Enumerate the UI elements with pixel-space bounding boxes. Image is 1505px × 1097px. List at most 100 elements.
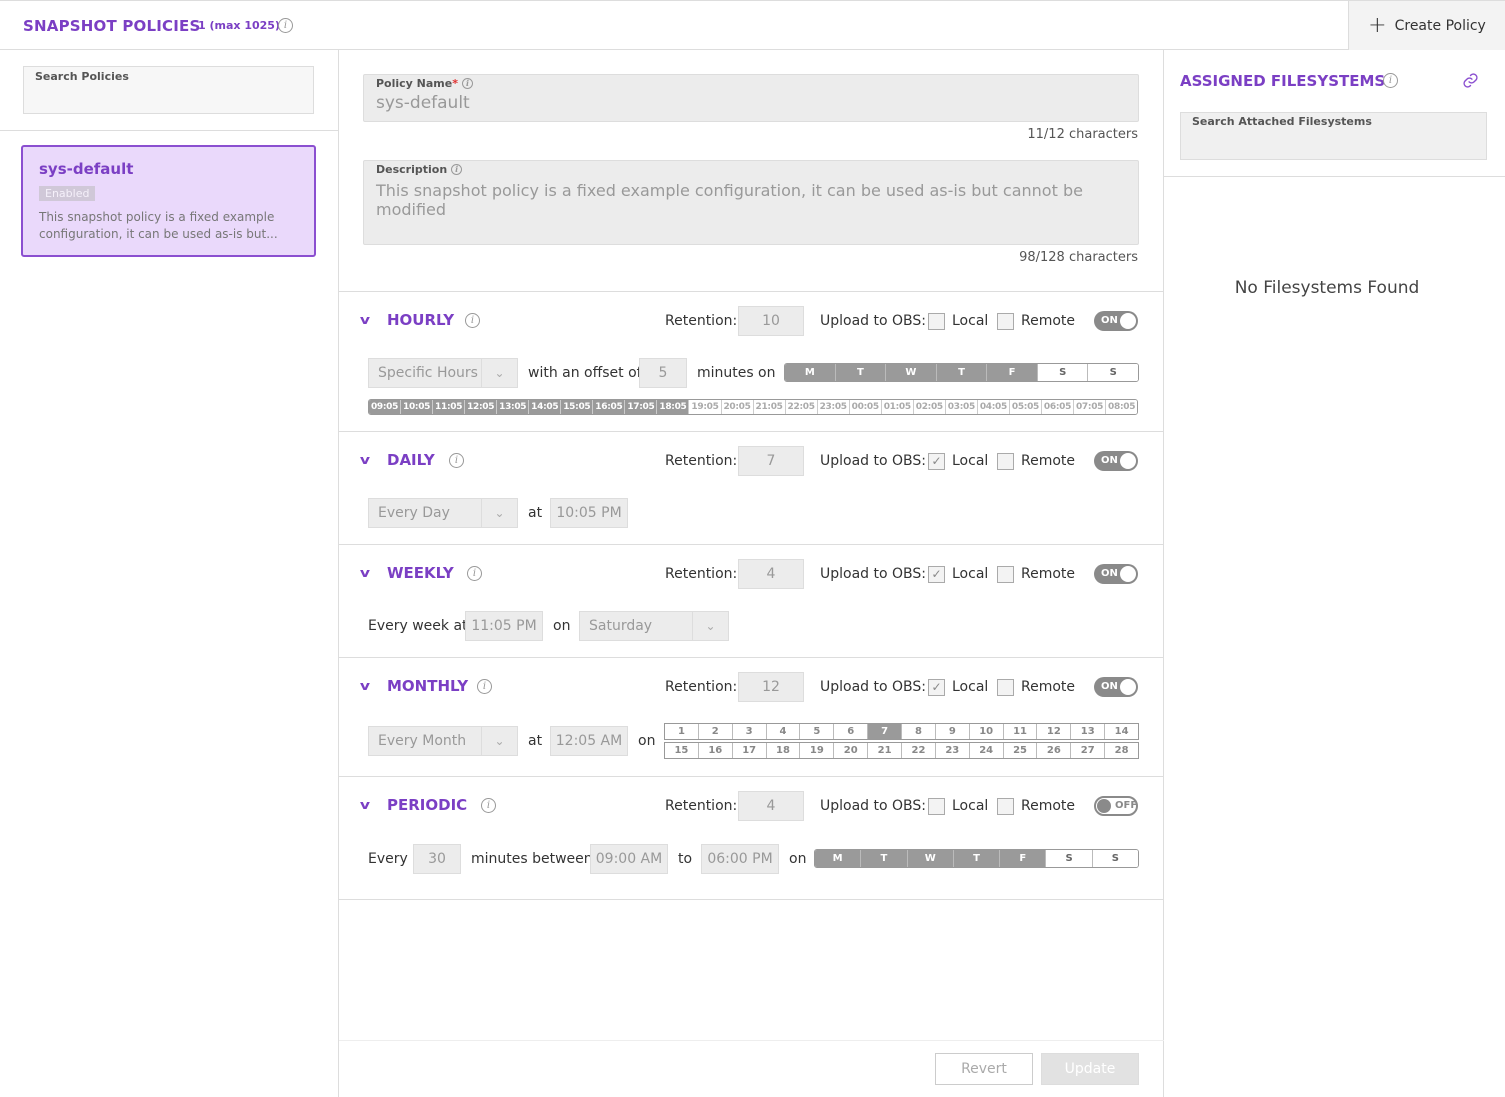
chevron-down-icon[interactable]: v	[360, 566, 370, 580]
local-checkbox[interactable]: ✓	[928, 453, 945, 470]
local-checkbox[interactable]	[928, 313, 945, 330]
hour-toggle[interactable]: 21:05	[753, 400, 786, 414]
info-icon[interactable]: i	[1383, 73, 1398, 88]
hour-toggle[interactable]: 15:05	[561, 400, 594, 414]
month-day-toggle[interactable]: 14	[1105, 724, 1138, 739]
hour-toggle[interactable]: 17:05	[625, 400, 658, 414]
hour-picker[interactable]: 09:05 10:05 11:05 12:05 13:05 14:05 15:05 16:05…	[368, 399, 1138, 415]
retention-input[interactable]: 10	[738, 306, 804, 336]
month-day-toggle[interactable]: 21	[868, 743, 903, 758]
month-day-toggle[interactable]: 20	[834, 743, 869, 758]
hour-toggle[interactable]: 10:05	[401, 400, 434, 414]
month-day-toggle[interactable]: 4	[766, 724, 801, 739]
month-day-toggle[interactable]: 13	[1071, 724, 1106, 739]
hour-toggle[interactable]: 00:05	[849, 400, 882, 414]
month-day-toggle[interactable]: 25	[1003, 743, 1038, 758]
offset-input[interactable]: 5	[639, 358, 687, 388]
info-icon[interactable]: i	[465, 313, 480, 328]
retention-input[interactable]: 4	[738, 791, 804, 821]
hourly-toggle[interactable]: ON	[1094, 311, 1138, 331]
month-day-toggle[interactable]: 3	[732, 724, 767, 739]
local-checkbox[interactable]	[928, 798, 945, 815]
day-toggle[interactable]: S	[1037, 364, 1089, 381]
day-toggle[interactable]: F	[987, 364, 1038, 381]
hour-toggle[interactable]: 16:05	[593, 400, 626, 414]
month-day-toggle[interactable]: 5	[800, 724, 835, 739]
hourly-mode-select[interactable]: Specific Hours ⌄	[368, 358, 518, 388]
hour-toggle[interactable]: 22:05	[785, 400, 818, 414]
day-toggle[interactable]: S	[1046, 850, 1093, 867]
weekly-toggle[interactable]: ON	[1094, 564, 1138, 584]
remote-checkbox[interactable]	[997, 453, 1014, 470]
month-day-toggle[interactable]: 11	[1003, 724, 1038, 739]
hour-toggle[interactable]: 09:05	[369, 400, 402, 414]
month-day-toggle[interactable]: 6	[834, 724, 869, 739]
month-day-toggle[interactable]: 10	[969, 724, 1004, 739]
month-day-picker[interactable]: 1 2 3 4 5 6 7 8 9 10 11 12 13 14	[664, 723, 1139, 740]
day-toggle[interactable]: T	[953, 850, 1001, 867]
hour-toggle[interactable]: 06:05	[1041, 400, 1075, 414]
month-day-toggle[interactable]: 16	[698, 743, 733, 758]
month-day-toggle[interactable]: 7	[868, 724, 903, 739]
create-policy-button[interactable]: + Create Policy	[1348, 1, 1505, 50]
remote-checkbox[interactable]	[997, 679, 1014, 696]
info-icon[interactable]: i	[449, 453, 464, 468]
chevron-down-icon[interactable]: v	[360, 313, 370, 327]
month-day-toggle[interactable]: 17	[732, 743, 767, 758]
hour-toggle[interactable]: 18:05	[657, 400, 690, 414]
hour-toggle[interactable]: 13:05	[497, 400, 530, 414]
month-day-toggle[interactable]: 23	[935, 743, 970, 758]
policy-card[interactable]: sys-default Enabled This snapshot policy…	[21, 145, 316, 257]
hour-toggle[interactable]: 03:05	[945, 400, 978, 414]
hour-toggle[interactable]: 12:05	[465, 400, 498, 414]
end-time-input[interactable]: 06:00 PM	[701, 844, 779, 874]
update-button[interactable]: Update	[1041, 1053, 1139, 1085]
info-icon[interactable]: i	[462, 78, 473, 89]
daily-mode-select[interactable]: Every Day ⌄	[368, 498, 518, 528]
monthly-mode-select[interactable]: Every Month ⌄	[368, 726, 518, 756]
weekly-day-select[interactable]: Saturday ⌄	[579, 611, 729, 641]
day-toggle[interactable]: F	[1000, 850, 1047, 867]
hour-toggle[interactable]: 05:05	[1009, 400, 1042, 414]
day-toggle[interactable]: T	[861, 850, 908, 867]
hour-toggle[interactable]: 04:05	[977, 400, 1010, 414]
link-icon[interactable]	[1462, 72, 1479, 93]
hour-toggle[interactable]: 11:05	[433, 400, 466, 414]
month-day-toggle[interactable]: 1	[665, 724, 699, 739]
day-toggle[interactable]: M	[785, 364, 836, 381]
hour-toggle[interactable]: 20:05	[721, 400, 754, 414]
periodic-day-picker[interactable]: MTWTFSS	[814, 849, 1139, 868]
chevron-down-icon[interactable]: v	[360, 798, 370, 812]
day-toggle[interactable]: S	[1092, 850, 1138, 867]
hour-toggle[interactable]: 23:05	[817, 400, 850, 414]
remote-checkbox[interactable]	[997, 566, 1014, 583]
search-filesystems-input[interactable]: Search Attached Filesystems	[1180, 112, 1487, 160]
month-day-picker[interactable]: 15 16 17 18 19 20 21 22 23 24 25 26 27 28	[664, 742, 1139, 759]
month-day-toggle[interactable]: 15	[665, 743, 699, 758]
chevron-down-icon[interactable]: v	[360, 453, 370, 467]
hourly-day-picker[interactable]: MTWTFSS	[784, 363, 1139, 382]
month-day-toggle[interactable]: 27	[1071, 743, 1106, 758]
local-checkbox[interactable]: ✓	[928, 679, 945, 696]
month-day-toggle[interactable]: 9	[935, 724, 970, 739]
hour-toggle[interactable]: 08:05	[1106, 400, 1137, 414]
info-icon[interactable]: i	[481, 798, 496, 813]
hour-toggle[interactable]: 01:05	[881, 400, 914, 414]
month-day-toggle[interactable]: 2	[698, 724, 733, 739]
remote-checkbox[interactable]	[997, 798, 1014, 815]
monthly-time-input[interactable]: 12:05 AM	[550, 726, 628, 756]
policy-name-field[interactable]: Policy Name* i sys-default	[363, 74, 1139, 122]
month-day-toggle[interactable]: 24	[969, 743, 1004, 758]
info-icon[interactable]: i	[477, 679, 492, 694]
month-day-toggle[interactable]: 12	[1037, 724, 1072, 739]
day-toggle[interactable]: W	[907, 850, 954, 867]
daily-time-input[interactable]: 10:05 PM	[550, 498, 628, 528]
weekly-time-input[interactable]: 11:05 PM	[465, 611, 543, 641]
month-day-toggle[interactable]: 22	[902, 743, 936, 758]
info-icon[interactable]: i	[278, 18, 293, 33]
monthly-toggle[interactable]: ON	[1094, 677, 1138, 697]
remote-checkbox[interactable]	[997, 313, 1014, 330]
start-time-input[interactable]: 09:00 AM	[590, 844, 668, 874]
periodic-toggle[interactable]: OFF	[1094, 796, 1138, 816]
day-toggle[interactable]: W	[886, 364, 937, 381]
